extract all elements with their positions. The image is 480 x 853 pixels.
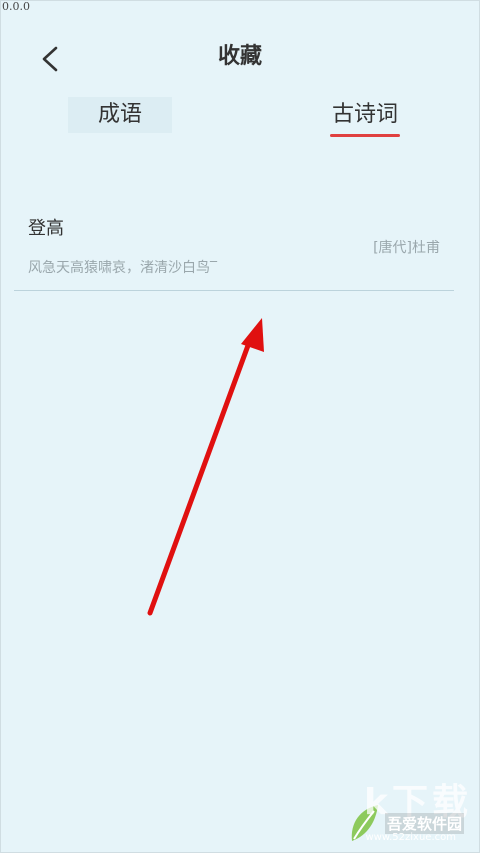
tab-idioms[interactable]: 成语 <box>68 97 172 133</box>
poem-excerpt: 风急天高猿啸哀，渚清沙白鸟‾ <box>28 260 217 276</box>
watermark: k下载 吾爱软件园 www.52zixue.com <box>346 771 474 849</box>
corner-label: 0.0.0 <box>2 0 30 13</box>
poem-title: 登高 <box>28 218 64 239</box>
active-tab-indicator <box>330 134 400 137</box>
tab-poems[interactable]: 古诗词 <box>326 97 404 133</box>
watermark-brand: 吾爱软件园 <box>384 813 464 834</box>
favorite-poem-item[interactable]: 登高 [唐代]杜甫 风急天高猿啸哀，渚清沙白鸟‾ <box>14 200 454 291</box>
watermark-url: www.52zixue.com <box>365 832 457 843</box>
poem-author: [唐代]杜甫 <box>373 240 440 256</box>
page-title: 收藏 <box>217 44 262 69</box>
